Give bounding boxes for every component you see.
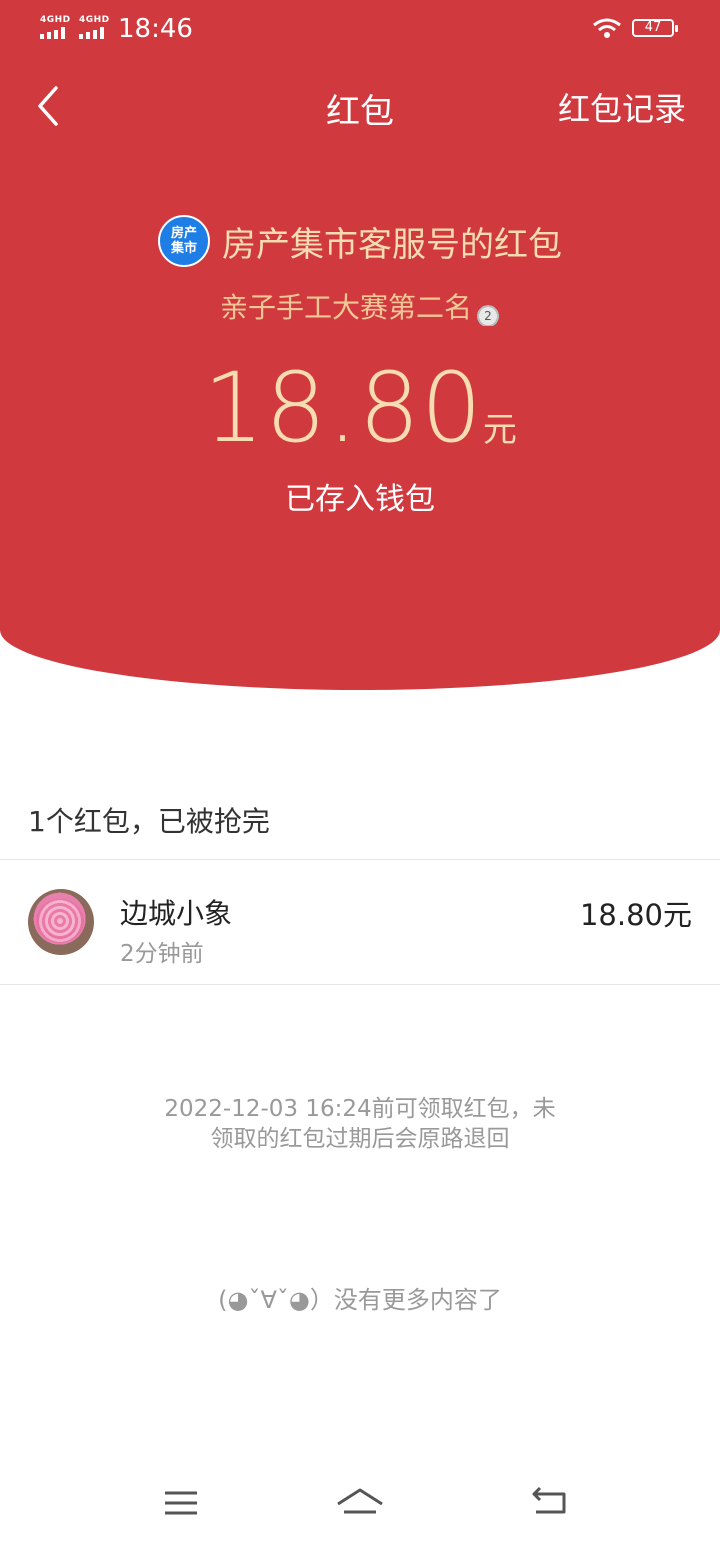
- greeting-message: 亲子手工大赛第二名 2: [0, 286, 720, 326]
- divider: [0, 984, 720, 985]
- packet-amount: 18.80: [203, 352, 483, 464]
- recipient-amount: 18.80元: [579, 898, 692, 932]
- recipient-name: 边城小象: [120, 897, 233, 930]
- second-place-medal-icon: 2: [476, 300, 500, 326]
- amount-display: 18.80元: [0, 352, 720, 464]
- home-icon[interactable]: [330, 1480, 390, 1526]
- signal-icon-2: 4GHD: [79, 16, 110, 39]
- no-more-content: (◕ˇ∀ˇ◕）没有更多内容了: [218, 1286, 502, 1314]
- signal-icon-1: 4GHD: [40, 16, 71, 39]
- signal-2-label: 4GHD: [79, 15, 110, 25]
- divider: [0, 859, 720, 860]
- sender-logo-line1: 房产: [170, 226, 197, 241]
- expiry-notice: 2022-12-03 16:24前可领取红包，未 领取的红包过期后会原路退回: [0, 1094, 720, 1154]
- greeting-text: 亲子手工大赛第二名: [219, 291, 472, 324]
- sender-title: 房产集市客服号的红包: [222, 224, 562, 265]
- sender-logo-line2: 集市: [170, 241, 197, 256]
- signal-1-label: 4GHD: [40, 15, 71, 25]
- avatar: [28, 889, 94, 955]
- battery-level: 47: [644, 20, 662, 35]
- red-packet-header: 4GHD 4GHD 18:46 47 红包 红包记录 房产 集市 房产集市客服号…: [0, 0, 720, 690]
- wallet-status: 已存入钱包: [285, 482, 435, 517]
- records-link[interactable]: 红包记录: [558, 84, 686, 130]
- sender-row: 房产 集市 房产集市客服号的红包: [0, 215, 720, 267]
- packet-summary: 1个红包，已被抢完: [28, 805, 270, 838]
- status-bar: 4GHD 4GHD 18:46 47: [0, 0, 720, 60]
- wifi-icon: [593, 18, 621, 38]
- menu-icon[interactable]: [151, 1480, 211, 1526]
- notice-line-1: 2022-12-03 16:24前可领取红包，未: [164, 1096, 556, 1122]
- system-nav-bar: [0, 1460, 720, 1544]
- recipient-time: 2分钟前: [120, 941, 204, 967]
- notice-line-2: 领取的红包过期后会原路退回: [210, 1126, 510, 1152]
- sender-logo: 房产 集市: [158, 215, 210, 267]
- status-time: 18:46: [118, 14, 193, 44]
- battery-icon: 47: [632, 19, 678, 37]
- back-icon[interactable]: [520, 1480, 580, 1526]
- amount-unit: 元: [482, 410, 517, 450]
